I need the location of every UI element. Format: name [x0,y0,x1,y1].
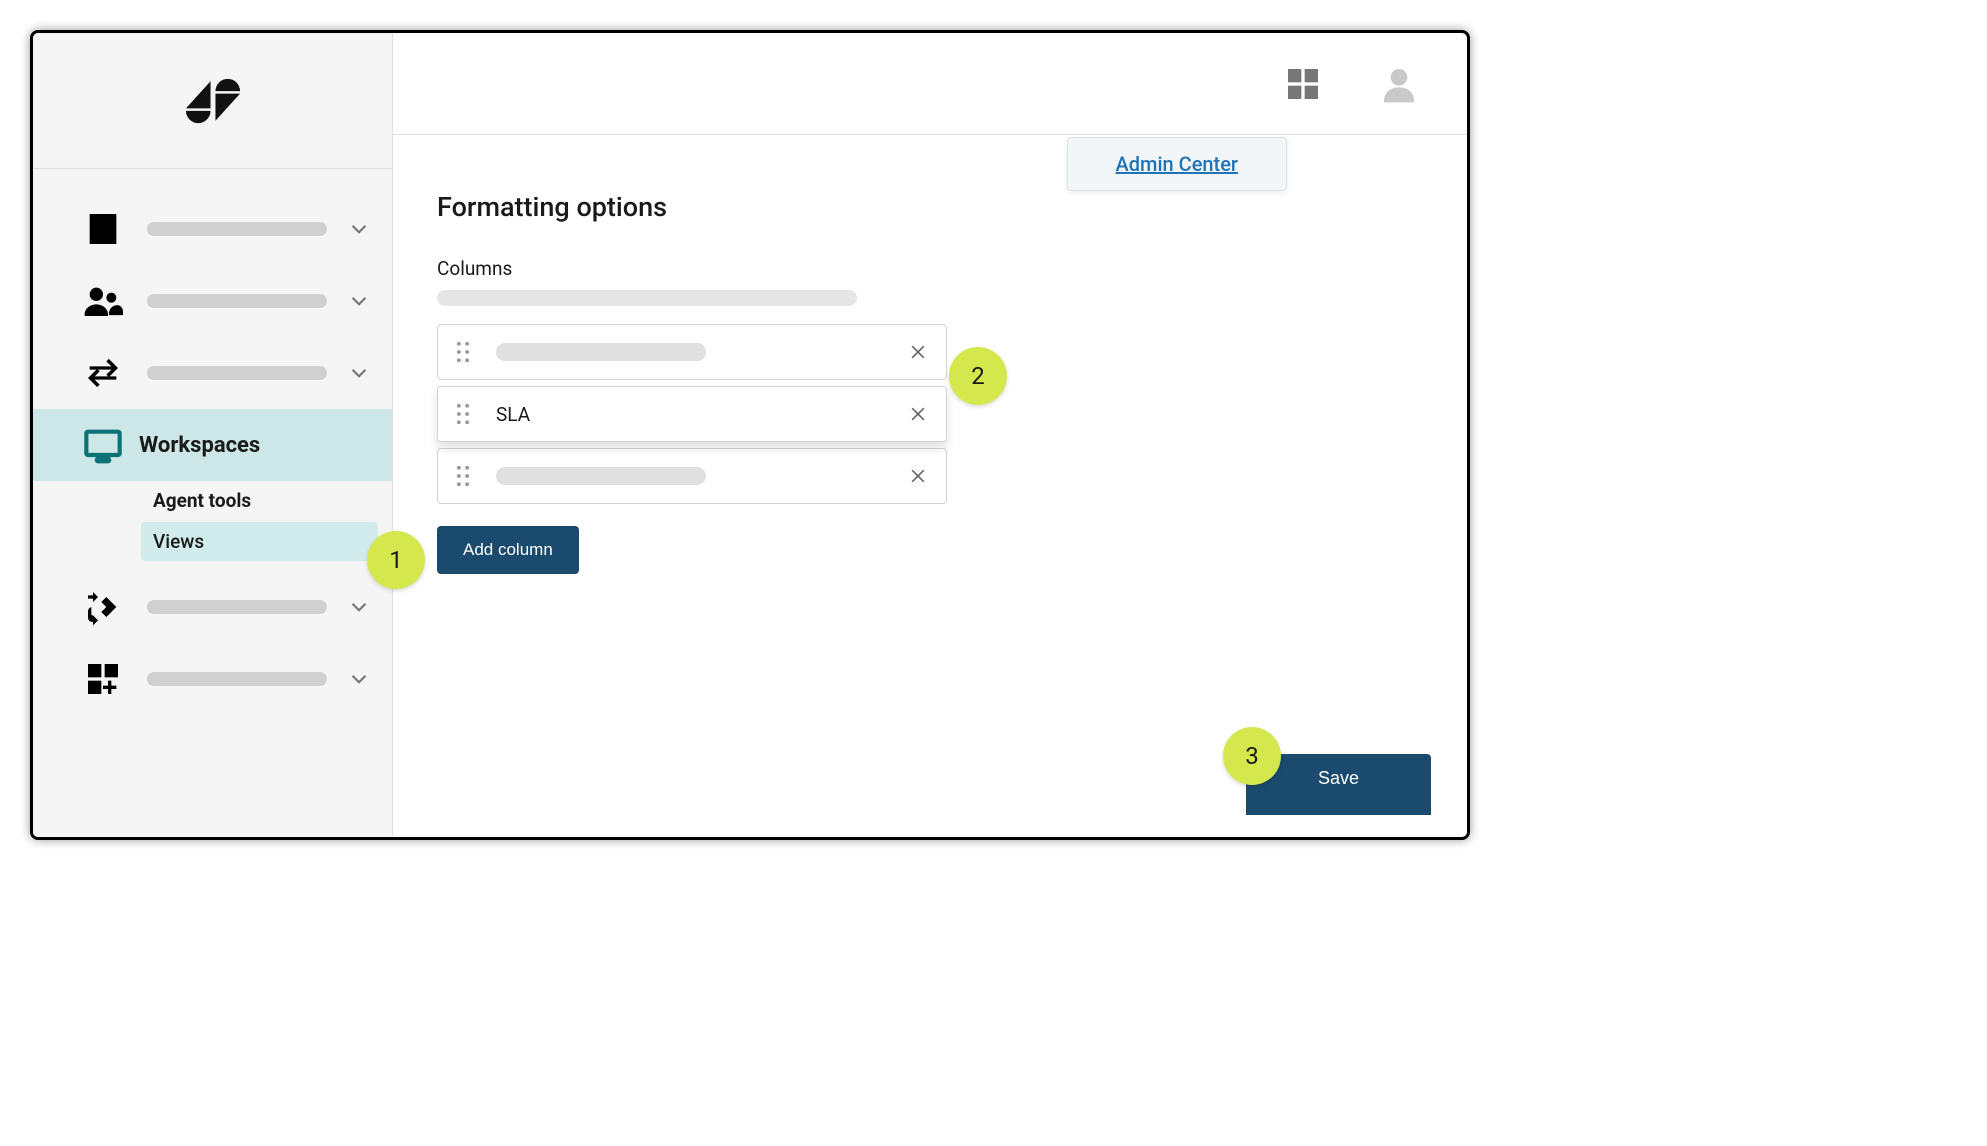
logo [33,33,392,169]
arrows-icon [81,351,125,395]
drag-handle-icon[interactable] [456,403,474,425]
columns-description-placeholder [437,290,857,306]
nav-item-channels[interactable] [33,337,392,409]
page-heading: Formatting options [437,191,1411,223]
chevron-down-icon [346,666,372,692]
chevron-down-icon [346,288,372,314]
nav-item-apps[interactable] [33,643,392,715]
topbar [393,33,1467,135]
monitor-icon [81,423,125,467]
apps-plus-icon [81,657,125,701]
chevron-down-icon [346,594,372,620]
column-row[interactable] [437,324,947,380]
building-icon [81,207,125,251]
sidebar: Workspaces Agent tools Views [33,33,393,837]
nav-label-placeholder [147,366,327,380]
column-name-placeholder [496,343,706,361]
nav-label-placeholder [147,222,327,236]
sub-nav-agent-tools[interactable]: Agent tools [141,481,378,520]
columns-label: Columns [437,257,1411,280]
column-name: SLA [496,403,530,426]
main: Admin Center Formatting options Columns … [393,33,1467,837]
chevron-down-icon [346,360,372,386]
app-frame: Workspaces Agent tools Views [30,30,1470,840]
people-icon [81,279,125,323]
remove-column-icon[interactable] [908,404,928,424]
nav-item-people[interactable] [33,265,392,337]
callout-1: 1 [367,531,425,589]
user-avatar-icon[interactable] [1379,64,1419,104]
nav-label-placeholder [147,294,327,308]
nav: Workspaces Agent tools Views [33,169,392,715]
zendesk-logo-icon [181,69,245,133]
sub-nav-workspaces: Agent tools Views [33,481,392,561]
nav-label-placeholder [147,600,327,614]
column-name-placeholder [496,467,706,485]
content: Formatting options Columns SLA [393,135,1467,574]
nav-label-workspaces: Workspaces [139,433,260,458]
sub-nav-views[interactable]: Views [141,522,378,561]
remove-column-icon[interactable] [908,466,928,486]
column-row-sla[interactable]: SLA [437,386,947,442]
remove-column-icon[interactable] [908,342,928,362]
admin-center-link[interactable]: Admin Center [1116,152,1239,176]
callout-3: 3 [1223,727,1281,785]
drag-handle-icon[interactable] [456,341,474,363]
nav-label-placeholder [147,672,327,686]
admin-center-popover: Admin Center [1067,137,1288,191]
chevron-down-icon [346,216,372,242]
column-row[interactable] [437,448,947,504]
add-column-button[interactable]: Add column [437,526,579,574]
routing-icon [81,585,125,629]
apps-grid-icon[interactable] [1283,64,1323,104]
drag-handle-icon[interactable] [456,465,474,487]
nav-item-workspaces[interactable]: Workspaces [33,409,392,481]
nav-item-objects[interactable] [33,571,392,643]
nav-item-account[interactable] [33,193,392,265]
callout-2: 2 [949,347,1007,405]
